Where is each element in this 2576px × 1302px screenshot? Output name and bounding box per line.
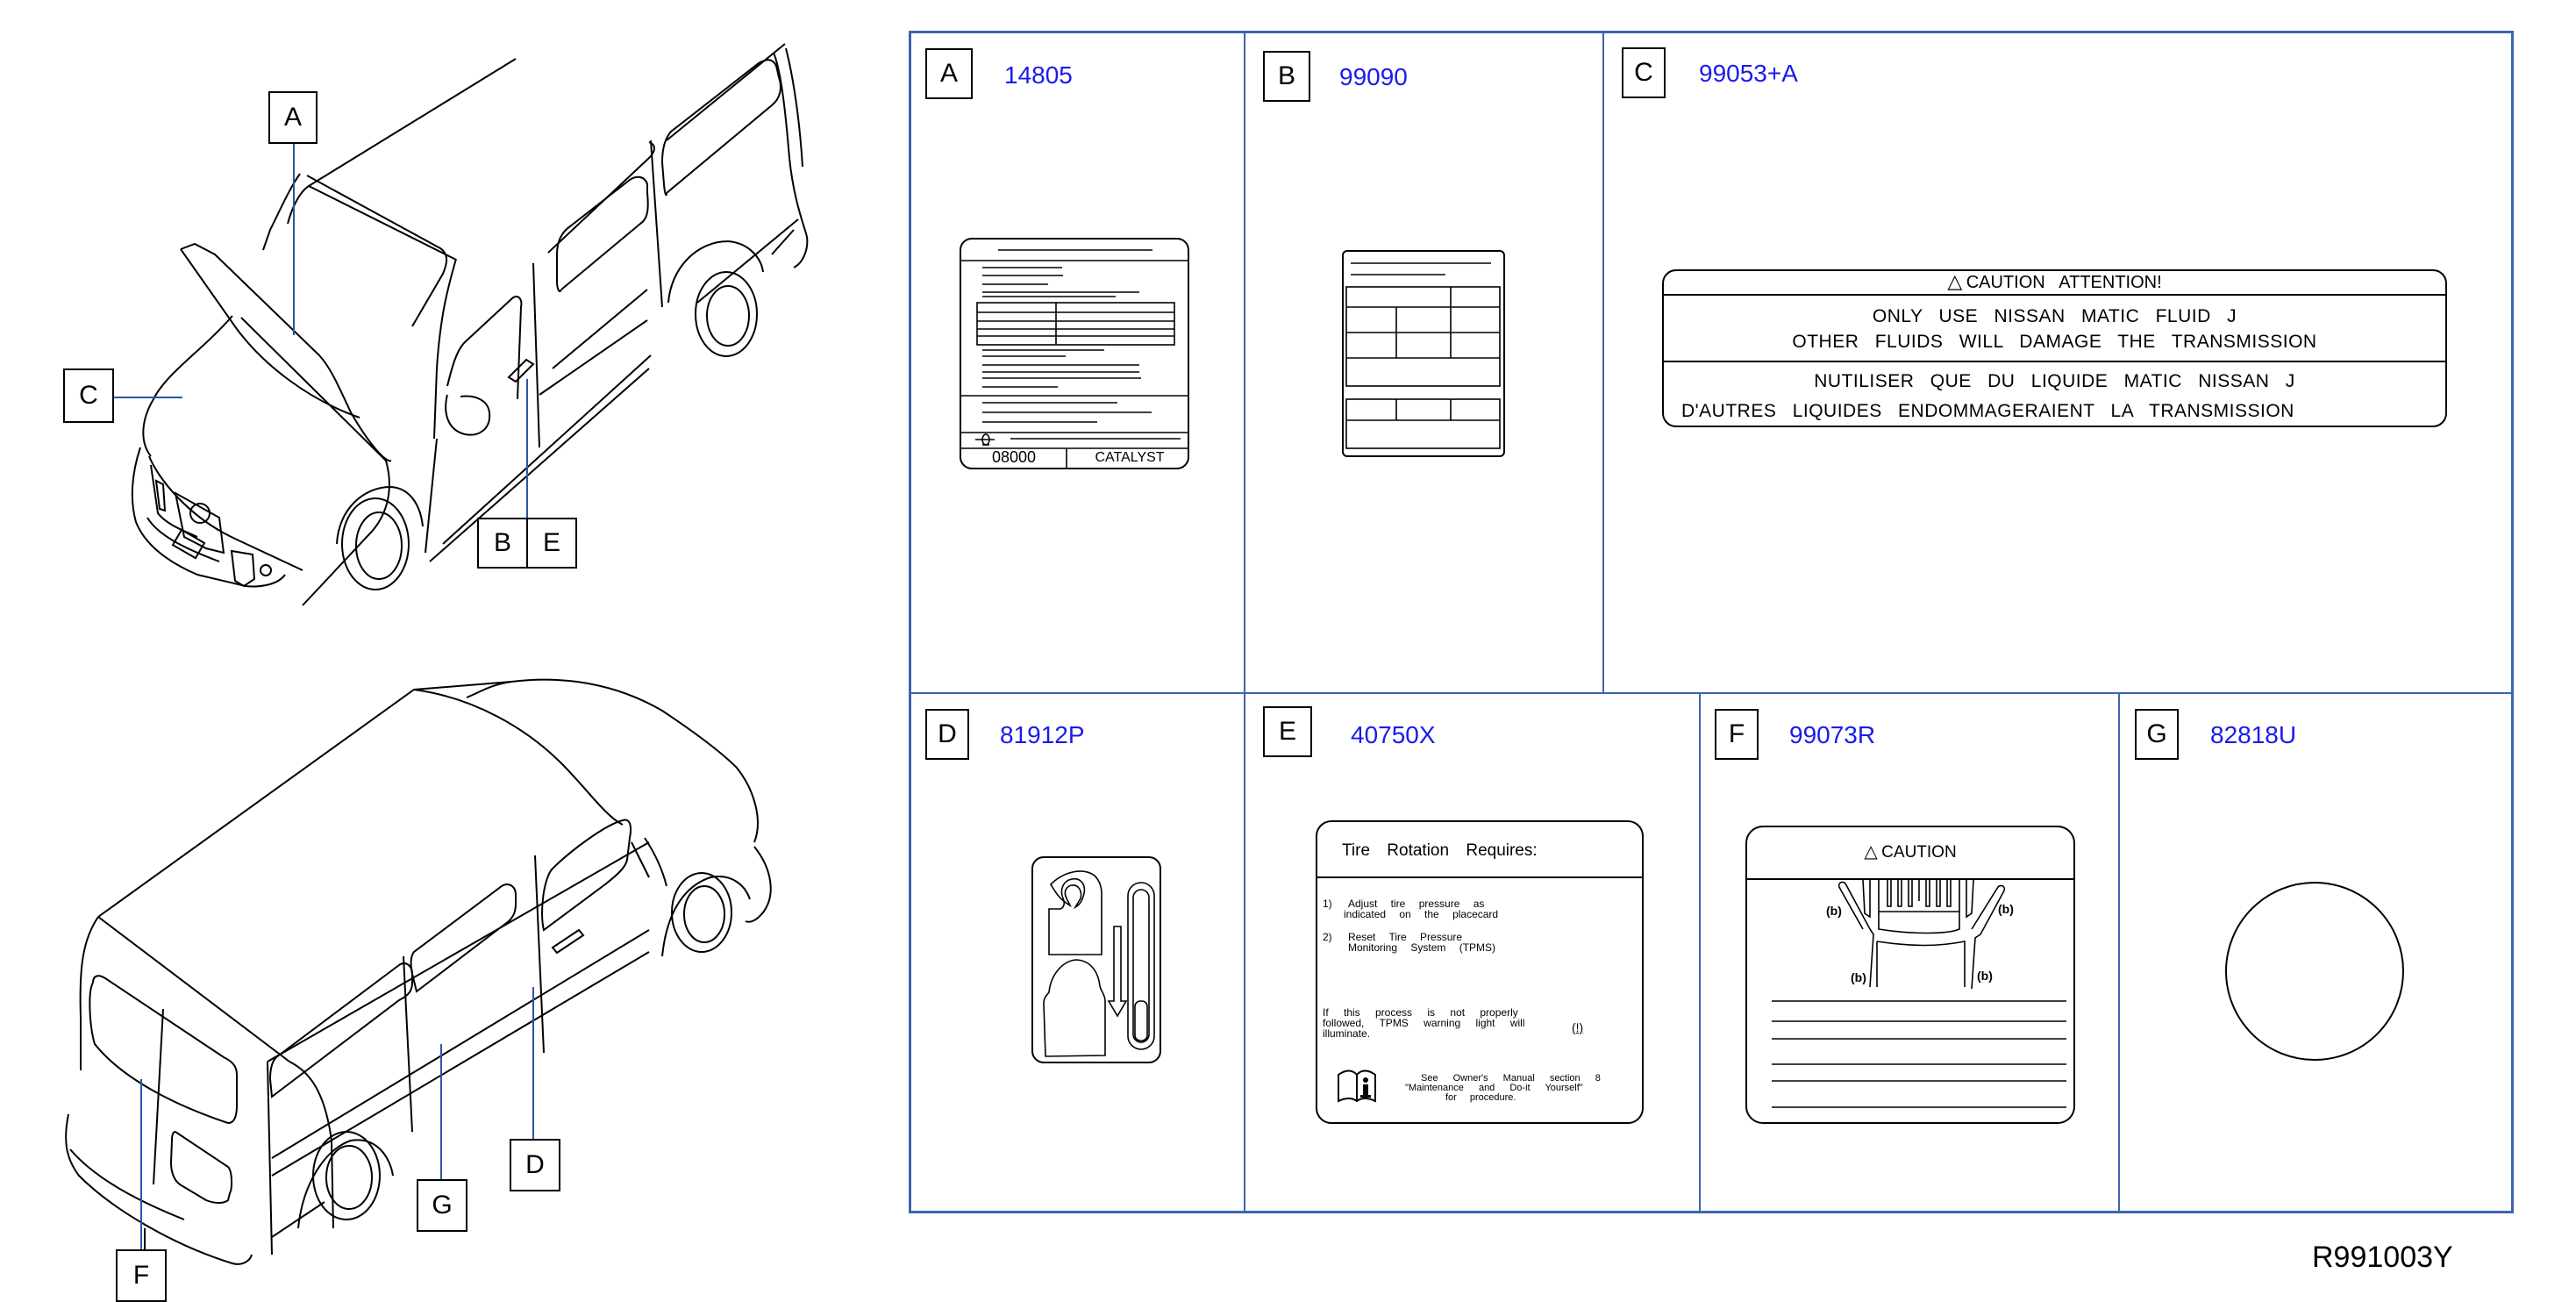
emission-label-a[interactable]: 08000 CATALYST — [960, 238, 1189, 469]
caution-header-row: △ CAUTION ATTENTION! — [1664, 271, 2445, 296]
step2-line2: Monitoring System (TPMS) — [1348, 941, 1496, 954]
lock-tag-icon — [1043, 959, 1106, 1057]
grid-border-right — [2511, 31, 2514, 1213]
grid-row-divider — [909, 692, 2514, 694]
cell-letter-b: B — [1263, 51, 1310, 102]
marker-b-upper-right: (b) — [1998, 902, 2014, 916]
door-lock-label-d[interactable] — [1031, 856, 1161, 1063]
lock-slider-icon — [1127, 882, 1155, 1050]
emission-label-lines — [961, 249, 1188, 469]
warning-line3: illuminate. — [1323, 1027, 1371, 1040]
owners-manual-info-icon — [1338, 1070, 1376, 1103]
cell-letter-d-text: D — [938, 719, 957, 748]
language-divider — [1664, 361, 2445, 362]
part-number-f[interactable]: 99073R — [1789, 721, 1875, 749]
cell-letter-a: A — [925, 48, 973, 99]
part-number-b[interactable]: 99090 — [1339, 63, 1408, 91]
seat-caution-label-f[interactable]: △ CAUTION (b) (b) (b) (b) — [1745, 826, 2075, 1124]
catalyst-symbol-icon — [975, 433, 995, 446]
arrow-down-icon — [1107, 926, 1128, 1018]
hook-tag-icon — [1048, 870, 1102, 955]
tire-rotation-label-e[interactable]: Tire Rotation Requires: 1) Adjust tire p… — [1316, 820, 1644, 1124]
grid-border-bottom — [909, 1211, 2514, 1213]
part-number-a[interactable]: 14805 — [1004, 61, 1073, 89]
tire-placard-label-b[interactable] — [1342, 250, 1505, 457]
tpms-warning-icon: (!) — [1572, 1020, 1584, 1034]
round-label-g[interactable] — [2225, 882, 2404, 1061]
door-lock-diagram — [1043, 870, 1155, 1057]
step1-number: 1) — [1323, 898, 1332, 910]
part-number-c[interactable]: 99053+A — [1699, 60, 1798, 88]
grid-border-top — [909, 31, 2514, 33]
cell-letter-c: C — [1622, 47, 1666, 98]
part-number-g[interactable]: 82818U — [2210, 721, 2296, 749]
cell-letter-d: D — [925, 709, 969, 760]
grid-col-divider-bc — [1602, 31, 1604, 693]
step2-number: 2) — [1323, 931, 1332, 943]
cell-letter-f-text: F — [1728, 719, 1745, 748]
cell-letter-g: G — [2135, 709, 2179, 760]
grid-col-divider-ab — [1244, 31, 1245, 1213]
grid-col-divider-fg — [2118, 692, 2120, 1213]
grid-col-divider-ef — [1699, 692, 1701, 1213]
cell-letter-f: F — [1715, 709, 1759, 760]
title-divider — [1317, 876, 1642, 878]
grid-border-left — [909, 31, 911, 1213]
manual-line3: for procedure. — [1445, 1092, 1516, 1103]
cell-letter-g-text: G — [2146, 719, 2167, 748]
part-number-d[interactable]: 81912P — [1000, 721, 1085, 749]
english-instruction-line2: OTHER FLUIDS WILL DAMAGE THE TRANSMISSIO… — [1792, 332, 2317, 352]
seat-latch-diagram: (b) (b) (b) (b) — [1772, 879, 2066, 1108]
marker-b-upper-left: (b) — [1826, 904, 1842, 918]
caution-header-text: CAUTION ATTENTION! — [1966, 273, 2162, 292]
french-instruction-line2: D'AUTRES LIQUIDES ENDOMMAGERAIENT LA TRA… — [1681, 401, 2294, 421]
warning-triangle-icon: △ — [1947, 270, 1963, 292]
cell-letter-a-text: A — [939, 59, 958, 88]
transmission-fluid-caution-label-c[interactable]: △ CAUTION ATTENTION! ONLY USE NISSAN MAT… — [1662, 269, 2447, 427]
emission-footer-right: CATALYST — [1095, 450, 1165, 465]
french-instruction-line1: NUTILISER QUE DU LIQUIDE MATIC NISSAN J — [1814, 371, 2295, 391]
label-grid: A 14805 08000 CATALYST B 99090 C 99053+A… — [0, 0, 2576, 1302]
cell-letter-c-text: C — [1634, 58, 1653, 87]
marker-b-lower-right: (b) — [1977, 969, 1993, 983]
tire-rotation-title: Tire Rotation Requires: — [1342, 841, 1538, 860]
tire-placard-lines — [1345, 262, 1501, 449]
diagram-reference-code: R991003Y — [2312, 1241, 2453, 1274]
marker-b-lower-left: (b) — [1851, 970, 1866, 984]
cell-letter-b-text: B — [1277, 61, 1295, 90]
english-instruction-line1: ONLY USE NISSAN MATIC FLUID J — [1872, 306, 2237, 326]
part-number-e[interactable]: 40750X — [1351, 721, 1436, 749]
emission-footer-left: 08000 — [991, 448, 1037, 466]
step1-line2: indicated on the placecard — [1344, 908, 1499, 920]
cell-letter-e-text: E — [1278, 717, 1296, 746]
cell-letter-e: E — [1263, 706, 1312, 757]
